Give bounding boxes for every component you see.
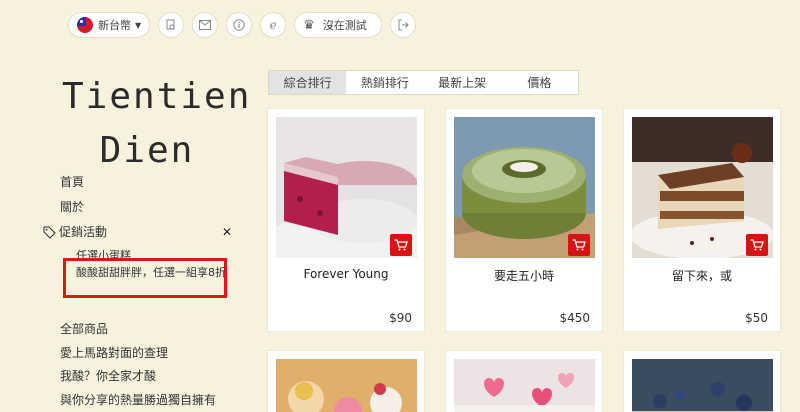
sort-tabs: 綜合排行 熱銷排行 最新上架 價格 [268,70,579,95]
browser-button[interactable]: e [260,12,287,38]
product-price: $90 [389,311,412,325]
product-name[interactable]: 要走五小時 [446,267,602,284]
document-search-icon [166,19,175,30]
mail-icon [199,20,212,30]
product-name[interactable]: Forever Young [268,267,424,281]
sidebar-nav: 首頁 關於 促銷活動 ✕ 任選小蛋糕 [43,170,232,267]
logout-button[interactable] [389,12,416,38]
account-button[interactable]: ♛ 沒在測試 [294,12,382,38]
logo-line-1: Tientien [62,76,252,117]
crown-icon: ♛ [303,17,315,33]
info-button[interactable] [226,12,253,38]
currency-label: 新台幣 [98,19,131,32]
nav-item-promotions[interactable]: 促銷活動 ✕ [43,220,232,245]
product-card[interactable]: 要走五小時 $450 [445,108,603,332]
info-icon [233,19,245,31]
product-card[interactable]: Forever Young $90 [267,108,425,332]
cart-icon [572,239,586,251]
mail-button[interactable] [192,12,219,38]
product-image-heart-cupcakes[interactable] [454,359,595,412]
logout-icon [398,19,409,31]
nav-item-sour[interactable]: 我酸？你全家才酸 [60,365,216,389]
tab-overall[interactable]: 綜合排行 [269,71,347,94]
product-price: $50 [745,311,768,325]
site-logo[interactable]: Tientien Dien [62,70,252,178]
tab-newest[interactable]: 最新上架 [424,71,501,94]
top-toolbar: 新台幣 ▼ e ♛ 沒在測試 [68,12,416,38]
add-to-cart-button[interactable] [390,234,412,256]
add-to-cart-button[interactable] [746,234,768,256]
caret-down-icon: ▼ [135,20,142,30]
nav-item-all-products[interactable]: 全部商品 [60,318,216,342]
nav-item-home[interactable]: 首頁 [60,170,232,195]
close-icon[interactable]: ✕ [222,220,232,245]
nav-item-share[interactable]: 與你分享的熱量勝過獨自擁有 [60,389,216,412]
account-label: 沒在測試 [322,19,367,32]
product-price: $450 [559,311,590,325]
taiwan-flag-icon [77,17,93,33]
sidebar-nav-more: 全部商品 愛上馬路對面的查理 我酸？你全家才酸 與你分享的熱量勝過獨自擁有 [60,318,216,412]
product-card[interactable] [623,350,781,412]
tag-icon [43,226,56,239]
product-card[interactable]: 留下來，或 $50 [623,108,781,332]
search-doc-button[interactable] [158,12,185,38]
nav-item-charlie[interactable]: 愛上馬路對面的查理 [60,342,216,366]
cart-icon [750,239,764,251]
nav-item-about[interactable]: 關於 [60,195,232,220]
product-name[interactable]: 留下來，或 [624,267,780,284]
currency-selector[interactable]: 新台幣 ▼ [68,12,151,38]
tab-bestselling[interactable]: 熱銷排行 [346,71,423,94]
tab-price[interactable]: 價格 [501,71,578,94]
submenu-item-sweet-sour[interactable]: 酸酸甜甜胖胖，任選一組享8折 [76,265,226,280]
product-image-macaron-tart[interactable] [276,359,417,412]
product-card[interactable] [267,350,425,412]
add-to-cart-button[interactable] [568,234,590,256]
product-card[interactable] [445,350,603,412]
product-image-blueberry-cake[interactable] [632,359,773,412]
promo-label: 促銷活動 [59,225,108,239]
e-icon: e [269,18,277,32]
cart-icon [394,239,408,251]
